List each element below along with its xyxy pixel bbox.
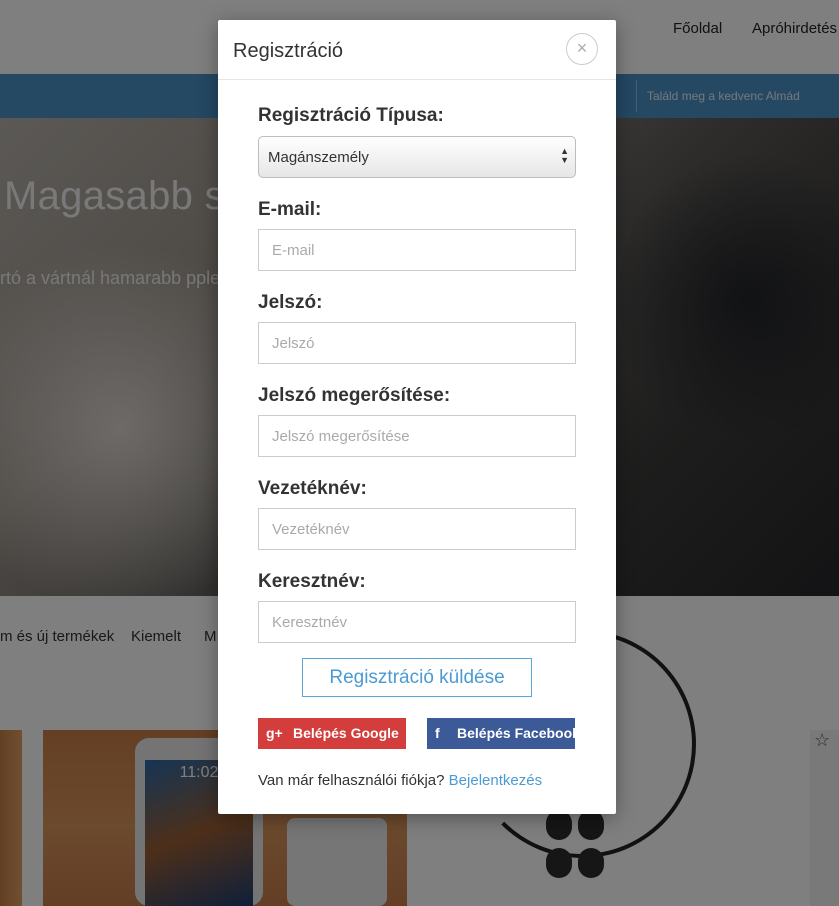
email-field[interactable] — [258, 229, 576, 271]
login-prompt-text: Van már felhasználói fiókja? — [258, 772, 445, 789]
modal-title: Regisztráció — [233, 40, 344, 62]
close-icon[interactable]: × — [566, 33, 598, 65]
firstname-label: Keresztnév: — [258, 571, 366, 592]
registration-type-select[interactable]: Magánszemély ▲ ▼ — [258, 136, 576, 178]
registration-modal: Regisztráció × Regisztráció Típusa: Magá… — [218, 20, 616, 814]
submit-registration-button[interactable]: Regisztráció küldése — [302, 658, 532, 697]
facebook-login-button[interactable]: f Belépés Facebook — [427, 718, 580, 749]
password-field[interactable] — [258, 322, 576, 364]
modal-header: Regisztráció × — [218, 20, 616, 80]
lastname-field[interactable] — [258, 508, 576, 550]
login-prompt: Van már felhasználói fiókja? Bejelentkez… — [258, 772, 542, 789]
facebook-login-label: Belépés Facebook — [457, 725, 580, 741]
email-label: E-mail: — [258, 199, 322, 220]
login-link[interactable]: Bejelentkezés — [449, 772, 542, 789]
password-confirm-field[interactable] — [258, 415, 576, 457]
firstname-field[interactable] — [258, 601, 576, 643]
google-login-button[interactable]: g+ Belépés Google — [258, 718, 406, 749]
password-confirm-label: Jelszó megerősítése: — [258, 385, 451, 406]
registration-type-value: Magánszemély — [268, 149, 369, 166]
google-plus-icon: g+ — [266, 725, 283, 741]
registration-type-label: Regisztráció Típusa: — [258, 105, 444, 126]
select-arrows-icon: ▲ ▼ — [560, 146, 569, 165]
google-login-label: Belépés Google — [293, 725, 399, 741]
facebook-icon: f — [435, 725, 440, 741]
password-label: Jelszó: — [258, 292, 323, 313]
lastname-label: Vezetéknév: — [258, 478, 367, 499]
